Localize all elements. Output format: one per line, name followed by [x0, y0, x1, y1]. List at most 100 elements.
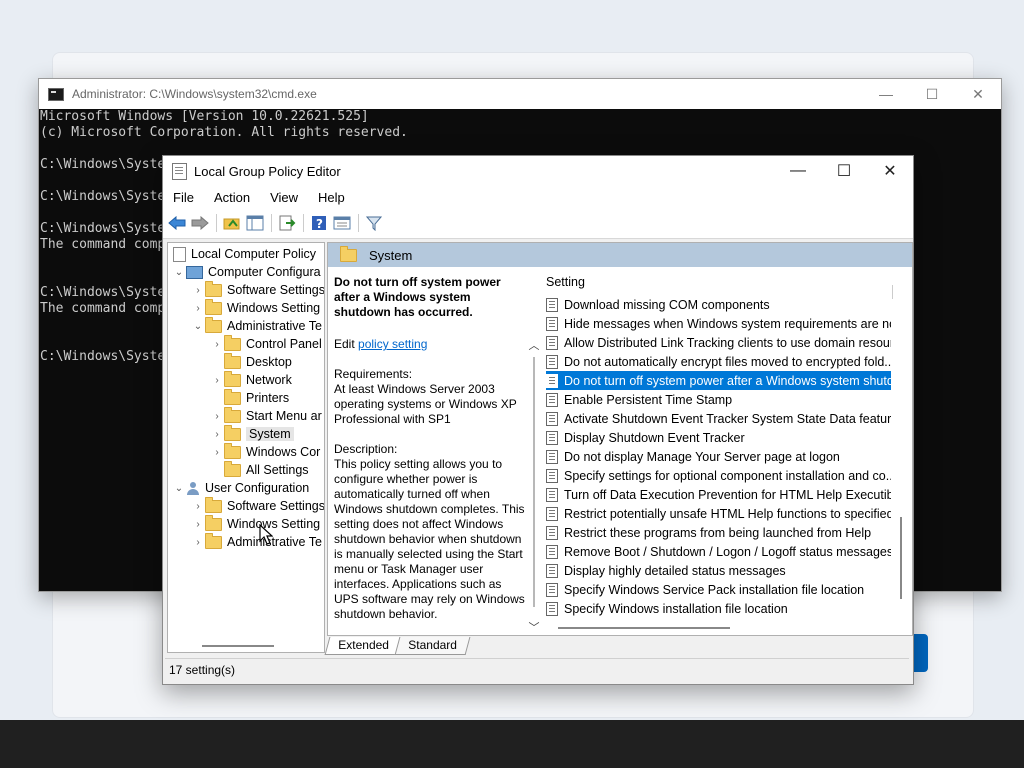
tree-label: Windows Setting — [227, 517, 321, 531]
forward-arrow-icon[interactable] — [189, 212, 211, 234]
show-hide-tree-icon[interactable] — [244, 212, 266, 234]
list-horizontal-scrollbar[interactable] — [558, 627, 730, 629]
tab-standard[interactable]: Standard — [394, 637, 470, 655]
chevron-down-icon[interactable]: ⌄ — [172, 483, 186, 494]
chevron-right-icon[interactable]: › — [210, 339, 224, 350]
tree-horizontal-scrollbar[interactable] — [202, 645, 274, 647]
back-arrow-icon[interactable] — [166, 212, 188, 234]
list-item[interactable]: Display highly detailed status messages — [546, 561, 891, 580]
menu-view[interactable]: View — [260, 190, 308, 205]
cmd-close-button[interactable]: ✕ — [955, 79, 1001, 109]
list-item[interactable]: Activate Shutdown Event Tracker System S… — [546, 409, 891, 428]
gpe-maximize-button[interactable]: ☐ — [821, 156, 867, 186]
list-vertical-scrollbar[interactable] — [900, 517, 902, 599]
policy-icon — [546, 506, 558, 521]
list-item[interactable]: Do not display Manage Your Server page a… — [546, 447, 891, 466]
list-item[interactable]: Restrict potentially unsafe HTML Help fu… — [546, 504, 891, 523]
tree-item-root[interactable]: Local Computer Policy — [172, 245, 316, 263]
tree-pane[interactable]: Local Computer Policy ⌄ Computer Configu… — [167, 242, 325, 653]
gpe-close-button[interactable]: ✕ — [867, 156, 913, 186]
toolbar: ? — [163, 208, 913, 239]
list-item[interactable]: Specify settings for optional component … — [546, 466, 891, 485]
tree-item-software-settings[interactable]: › Software Settings — [191, 280, 324, 299]
computer-icon — [186, 265, 203, 279]
chevron-right-icon[interactable]: › — [210, 447, 224, 458]
properties-icon[interactable] — [331, 212, 353, 234]
list-item[interactable]: Enable Persistent Time Stamp — [546, 390, 891, 409]
list-item[interactable]: Allow Distributed Link Tracking clients … — [546, 333, 891, 352]
scroll-up-icon[interactable]: ︿ — [528, 337, 540, 352]
chevron-down-icon[interactable]: ⌄ — [172, 267, 186, 278]
tree-label-selected: System — [246, 427, 294, 441]
tree-item-printers[interactable]: Printers — [210, 388, 289, 407]
chevron-right-icon[interactable]: › — [210, 375, 224, 386]
chevron-right-icon[interactable]: › — [191, 501, 205, 512]
tree-item-user-administrative-templates[interactable]: › Administrative Te — [191, 532, 322, 551]
list-item[interactable]: Do not automatically encrypt files moved… — [546, 352, 891, 371]
view-tabs: Extended Standard — [324, 637, 470, 655]
export-list-icon[interactable] — [276, 212, 298, 234]
folder-icon — [205, 496, 222, 513]
description-text: This policy setting allows you to config… — [334, 457, 525, 621]
cmd-minimize-button[interactable]: — — [863, 79, 909, 109]
tree-item-control-panel[interactable]: › Control Panel — [210, 334, 322, 353]
menu-help[interactable]: Help — [308, 190, 355, 205]
tree-item-desktop[interactable]: Desktop — [210, 352, 292, 371]
tree-item-user-configuration[interactable]: ⌄ User Configuration — [172, 479, 309, 497]
list-item[interactable]: Specify Windows installation file locati… — [546, 599, 891, 618]
policy-icon — [546, 544, 558, 559]
menu-bar: File Action View Help — [163, 186, 913, 208]
tab-extended[interactable]: Extended — [324, 637, 403, 655]
policy-setting-link[interactable]: policy setting — [358, 337, 427, 351]
chevron-right-icon[interactable]: › — [191, 303, 205, 314]
gpe-minimize-button[interactable]: — — [775, 156, 821, 186]
gpe-titlebar[interactable]: Local Group Policy Editor — ☐ ✕ — [163, 156, 913, 186]
help-icon[interactable]: ? — [308, 212, 330, 234]
chevron-down-icon[interactable]: ⌄ — [191, 321, 205, 332]
tree-item-administrative-templates[interactable]: ⌄ Administrative Te — [191, 316, 322, 335]
svg-text:?: ? — [316, 217, 323, 231]
list-item[interactable]: Restrict these programs from being launc… — [546, 523, 891, 542]
list-item[interactable]: Remove Boot / Shutdown / Logon / Logoff … — [546, 542, 891, 561]
chevron-right-icon[interactable]: › — [191, 285, 205, 296]
list-item[interactable]: Download missing COM components — [546, 295, 891, 314]
column-header-setting[interactable]: Setting — [546, 275, 585, 289]
user-icon — [186, 481, 200, 495]
policy-icon — [546, 449, 558, 464]
tree-item-all-settings[interactable]: All Settings — [210, 460, 309, 479]
menu-action[interactable]: Action — [204, 190, 260, 205]
description-scroll-thumb[interactable] — [533, 357, 535, 607]
filter-icon[interactable] — [363, 212, 385, 234]
chevron-right-icon[interactable]: › — [210, 411, 224, 422]
list-item[interactable]: Specify Windows Service Pack installatio… — [546, 580, 891, 599]
folder-icon — [340, 245, 357, 262]
up-folder-icon[interactable] — [221, 212, 243, 234]
chevron-right-icon[interactable]: › — [191, 519, 205, 530]
tree-item-start-menu[interactable]: › Start Menu ar — [210, 406, 322, 425]
scroll-down-icon[interactable]: ﹀ — [528, 619, 540, 634]
mouse-cursor-icon — [259, 524, 273, 545]
tree-label: Network — [246, 373, 292, 387]
list-item[interactable]: Hide messages when Windows system requir… — [546, 314, 891, 333]
list-item-label: Download missing COM components — [564, 297, 770, 312]
tree-item-user-windows-settings[interactable]: › Windows Setting — [191, 514, 321, 533]
cmd-maximize-button[interactable]: ☐ — [909, 79, 955, 109]
chevron-right-icon[interactable]: › — [191, 537, 205, 548]
tree-item-user-software-settings[interactable]: › Software Settings — [191, 496, 324, 515]
menu-file[interactable]: File — [163, 190, 204, 205]
tree-item-windows-settings[interactable]: › Windows Setting — [191, 298, 320, 317]
list-item-selected[interactable]: Do not turn off system power after a Win… — [546, 371, 891, 390]
chevron-right-icon[interactable]: › — [210, 429, 224, 440]
tree-item-windows-components[interactable]: › Windows Cor — [210, 442, 320, 461]
policy-icon — [546, 392, 558, 407]
tree-item-computer-configuration[interactable]: ⌄ Computer Configura — [172, 263, 321, 281]
description-scrollbar[interactable]: ︿ ﹀ — [526, 267, 542, 635]
tab-label: Extended — [338, 638, 389, 652]
list-item[interactable]: Display Shutdown Event Tracker — [546, 428, 891, 447]
cmd-titlebar[interactable]: Administrator: C:\Windows\system32\cmd.e… — [39, 79, 1001, 109]
tree-item-network[interactable]: › Network — [210, 370, 292, 389]
tree-item-system[interactable]: › System — [210, 424, 294, 443]
list-item-label: Restrict potentially unsafe HTML Help fu… — [564, 506, 891, 521]
list-item[interactable]: Turn off Data Execution Prevention for H… — [546, 485, 891, 504]
gpe-window: Local Group Policy Editor — ☐ ✕ File Act… — [162, 155, 914, 685]
